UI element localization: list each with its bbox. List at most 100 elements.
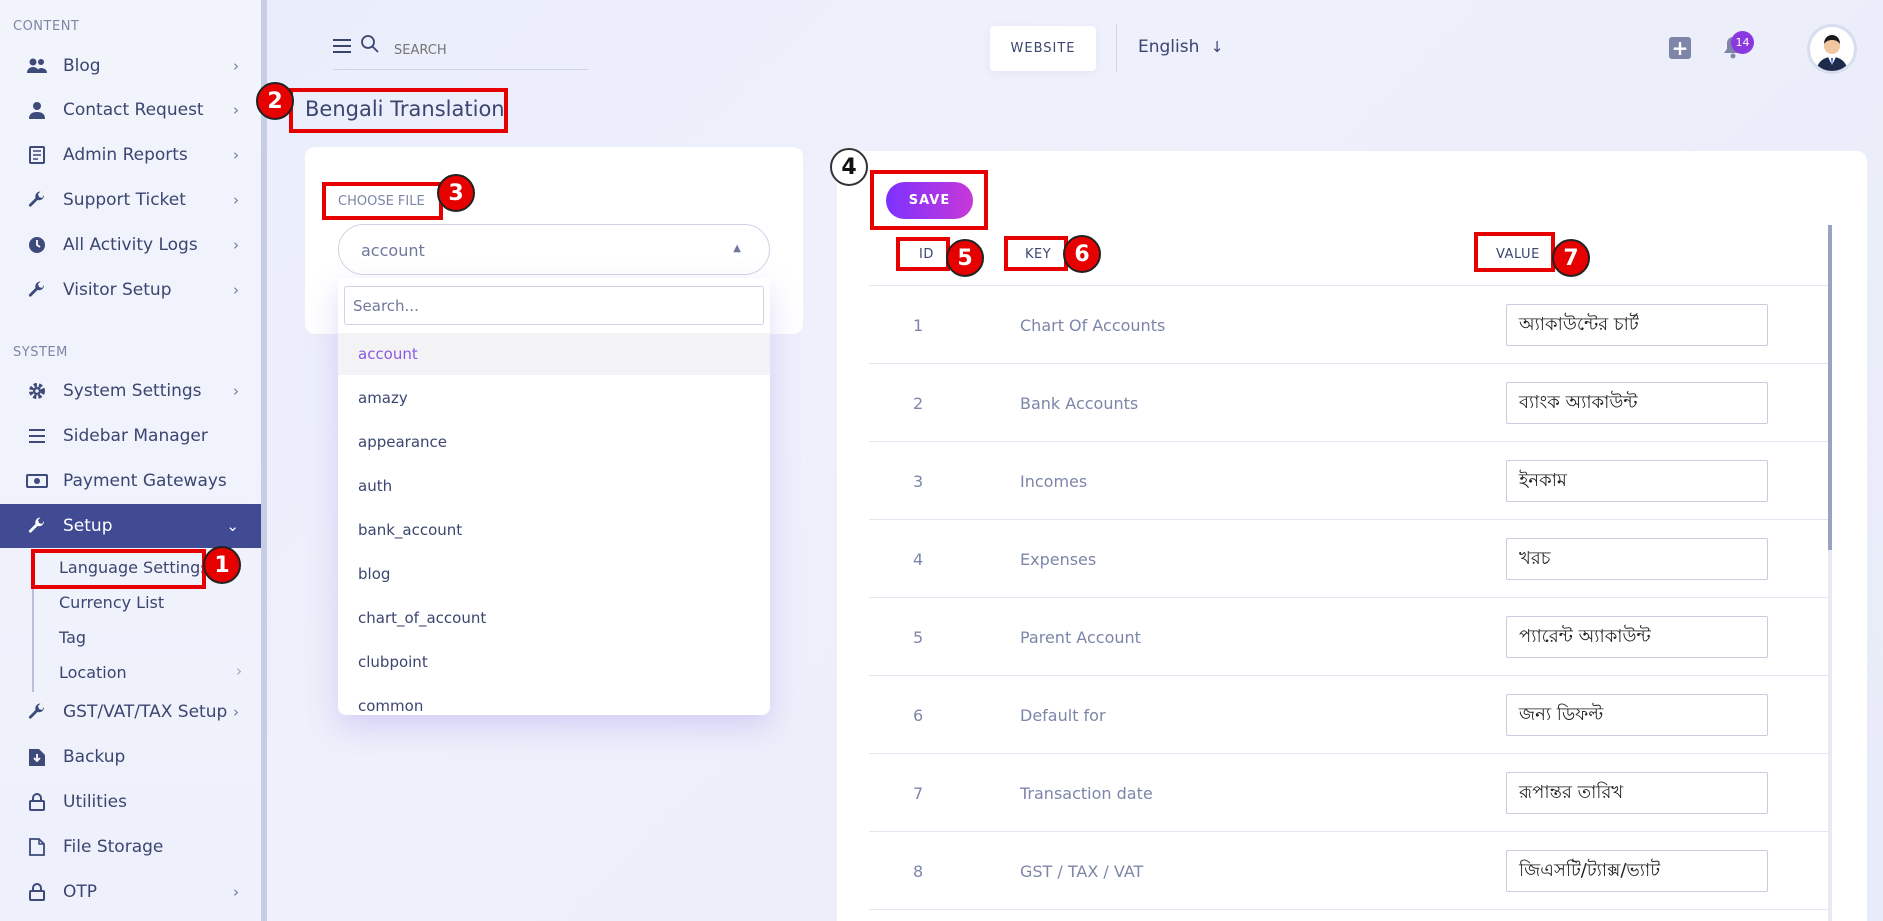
submenu-line (32, 552, 34, 692)
row-key: Bank Accounts (1020, 394, 1139, 413)
wrench-icon (26, 701, 48, 723)
chevron-right-icon: › (233, 57, 239, 75)
chevron-right-icon: › (233, 382, 239, 400)
chevron-right-icon: › (233, 191, 239, 209)
sidebar-item-label: Admin Reports (63, 145, 188, 165)
dropdown-option[interactable]: clubpoint (338, 641, 770, 683)
sidebar-item-blog[interactable]: Blog › (0, 44, 261, 88)
save-button[interactable]: SAVE (886, 182, 973, 219)
chevron-down-icon: ⌄ (226, 517, 239, 535)
value-input[interactable]: প্যারেন্ট অ্যাকাউন্ট (1506, 616, 1768, 658)
sidebar-item-otp[interactable]: OTP › (0, 870, 261, 914)
dropdown-option[interactable]: account (338, 333, 770, 375)
dropdown-option[interactable]: common (338, 685, 770, 715)
row-key: Default for (1020, 706, 1106, 725)
value-input[interactable]: ইনকাম (1506, 460, 1768, 502)
lock-icon (26, 881, 48, 903)
column-header-value: VALUE (1496, 247, 1540, 262)
dropdown-option[interactable]: chart_of_account (338, 597, 770, 639)
chevron-right-icon: › (233, 883, 239, 901)
value-input[interactable]: জিএসটি/ট্যাক্স/ভ্যাট (1506, 850, 1768, 892)
sidebar-item-admin-reports[interactable]: Admin Reports › (0, 133, 261, 177)
dropdown-option[interactable]: amazy (338, 377, 770, 419)
add-icon[interactable]: + (1669, 36, 1691, 60)
sidebar: CONTENT Blog › Contact Request › Admin R… (0, 0, 267, 921)
value-input[interactable]: খরচ (1506, 538, 1768, 580)
chevron-right-icon: › (233, 236, 239, 254)
annotation-badge: 5 (946, 239, 984, 277)
sidebar-item-label: Blog (63, 56, 101, 76)
sidebar-item-contact-request[interactable]: Contact Request › (0, 88, 261, 132)
value-input[interactable]: রূপান্তর তারিখ (1506, 772, 1768, 814)
sidebar-item-label: Payment Gateways (63, 471, 227, 491)
sidebar-item-activity-logs[interactable]: All Activity Logs › (0, 223, 261, 267)
caret-up-icon: ▲ (733, 243, 741, 254)
value-input[interactable]: জন্য ডিফল্ট (1506, 694, 1768, 736)
file-select[interactable]: account ▲ (338, 224, 770, 275)
notification-count-badge: 14 (1731, 31, 1754, 54)
dropdown-option[interactable]: blog (338, 553, 770, 595)
sidebar-item-gst-vat-tax-setup[interactable]: GST/VAT/TAX Setup › (0, 690, 261, 734)
wrench-icon (26, 189, 48, 211)
sidebar-item-payment-gateways[interactable]: Payment Gateways (0, 459, 261, 503)
download-icon (26, 746, 48, 768)
search-bar (333, 32, 588, 70)
submenu-language-settings[interactable]: Language Settings (59, 558, 209, 577)
submenu-tag[interactable]: Tag (59, 628, 86, 647)
wrench-icon (26, 515, 48, 537)
annotation-badge: 4 (830, 148, 868, 186)
row-key: GST / TAX / VAT (1020, 862, 1144, 881)
clock-icon (26, 234, 48, 256)
row-id: 8 (913, 862, 924, 881)
avatar[interactable] (1807, 24, 1857, 74)
row-id: 7 (913, 784, 924, 803)
sidebar-item-file-storage[interactable]: File Storage (0, 825, 261, 869)
submenu-location[interactable]: Location (59, 663, 127, 682)
sidebar-item-label: All Activity Logs (63, 235, 198, 255)
sidebar-item-sidebar-manager[interactable]: Sidebar Manager (0, 414, 261, 458)
sidebar-item-label: Visitor Setup (63, 280, 172, 300)
row-key: Transaction date (1020, 784, 1153, 803)
sidebar-item-visitor-setup[interactable]: Visitor Setup › (0, 268, 261, 312)
table-divider (869, 831, 1829, 832)
value-input[interactable]: ব্যাংক অ্যাকাউন্ট (1506, 382, 1768, 424)
lock-icon (26, 791, 48, 813)
submenu-currency-list[interactable]: Currency List (59, 593, 164, 612)
website-button[interactable]: WEBSITE (990, 26, 1096, 71)
sidebar-item-support-ticket[interactable]: Support Ticket › (0, 178, 261, 222)
sidebar-item-label: Utilities (63, 792, 127, 812)
table-divider (869, 597, 1829, 598)
sidebar-item-label: GST/VAT/TAX Setup (63, 702, 228, 722)
dropdown-option[interactable]: bank_account (338, 509, 770, 551)
row-id: 2 (913, 394, 924, 413)
sidebar-item-system-settings[interactable]: System Settings › (0, 369, 261, 413)
sidebar-item-backup[interactable]: Backup (0, 735, 261, 779)
table-divider (869, 519, 1829, 520)
language-selector[interactable]: English ↓ (1138, 37, 1223, 57)
dropdown-option[interactable]: auth (338, 465, 770, 507)
menu-icon (26, 425, 48, 447)
search-input[interactable] (394, 37, 584, 63)
annotation-badge: 6 (1063, 235, 1101, 273)
annotation-badge: 3 (437, 174, 475, 212)
row-id: 5 (913, 628, 924, 647)
sidebar-item-label: Support Ticket (63, 190, 186, 210)
scrollbar-thumb[interactable] (1828, 225, 1832, 550)
dropdown-option[interactable]: appearance (338, 421, 770, 463)
arrow-down-icon: ↓ (1210, 38, 1224, 56)
table-divider (869, 675, 1829, 676)
chevron-right-icon: › (233, 101, 239, 119)
sidebar-item-setup[interactable]: Setup ⌄ (0, 504, 261, 548)
dropdown-search-input[interactable] (344, 286, 764, 325)
sidebar-item-label: Contact Request (63, 100, 204, 120)
row-key: Chart Of Accounts (1020, 316, 1166, 335)
users-icon (26, 55, 48, 77)
file-select-value: account (361, 241, 425, 260)
system-section-label: SYSTEM (13, 345, 68, 360)
chevron-right-icon: › (233, 703, 239, 721)
column-header-key: KEY (1025, 247, 1052, 262)
content-section-label: CONTENT (13, 19, 80, 34)
chevron-right-icon: › (233, 281, 239, 299)
value-input[interactable]: অ্যাকাউন্টের চার্ট (1506, 304, 1768, 346)
sidebar-item-utilities[interactable]: Utilities (0, 780, 261, 824)
